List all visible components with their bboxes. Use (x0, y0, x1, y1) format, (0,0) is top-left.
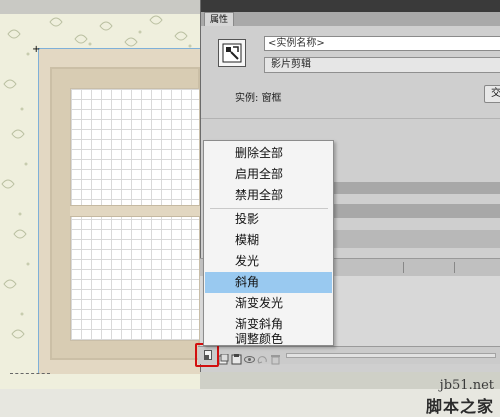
stage-top-strip (0, 0, 200, 14)
reset-icon[interactable] (257, 350, 268, 364)
eye-icon[interactable] (244, 350, 255, 363)
panel-section-band (331, 182, 500, 194)
filter-menu: 删除全部 启用全部 禁用全部 投影 模糊 发光 斜角 渐变发光 渐变斜角 调整颜… (203, 140, 334, 346)
screenshot: + 属性 <实例名称> 影片剪辑 实例: 窗框 交 删除全部 启用全部 禁用全部… (0, 0, 500, 417)
movieclip-symbol-icon (218, 39, 246, 67)
filter-toolbar (198, 346, 500, 365)
menu-item-blur[interactable]: 模糊 (205, 230, 332, 251)
registration-point-icon: + (32, 44, 41, 55)
divider (201, 118, 500, 119)
menu-item-gradient-glow[interactable]: 渐变发光 (205, 293, 332, 314)
watermark: jb51.net 脚本之家 (426, 378, 494, 417)
clipboard-icon[interactable] (231, 350, 242, 365)
menu-item-bevel[interactable]: 斜角 (205, 272, 332, 293)
menu-item-adjust-color-label: 调整颜色 (235, 332, 284, 346)
menu-item-adjust-color[interactable]: 调整颜色 (205, 332, 332, 346)
column-divider (403, 262, 404, 273)
watermark-name: 脚本之家 (425, 397, 494, 416)
instance-of-row: 实例: 窗框 (235, 89, 282, 104)
panel-titlebar[interactable] (201, 0, 500, 12)
menu-item-drop-shadow[interactable]: 投影 (205, 209, 332, 230)
swap-button[interactable]: 交 (484, 85, 500, 103)
instance-of-value: 窗框 (261, 93, 282, 104)
symbol-type-select[interactable]: 影片剪辑 (264, 57, 500, 73)
panel-section-band (331, 204, 500, 218)
instance-of-label: 实例: (235, 93, 259, 104)
add-filter-highlight (195, 343, 219, 367)
delete-icon[interactable] (270, 350, 281, 365)
instance-name-input[interactable]: <实例名称> (264, 36, 500, 51)
menu-item-delete-all[interactable]: 删除全部 (205, 143, 332, 164)
menu-item-glow[interactable]: 发光 (205, 251, 332, 272)
watermark-site: jb51.net (439, 378, 494, 393)
tab-properties[interactable]: 属性 (204, 12, 234, 26)
panel-tabbar (201, 12, 500, 26)
filter-scrollbar[interactable] (286, 353, 496, 358)
window-mullion (70, 205, 200, 217)
menu-item-disable-all[interactable]: 禁用全部 (205, 185, 332, 206)
column-divider (454, 262, 455, 273)
presets-icon[interactable] (218, 350, 229, 365)
menu-item-enable-all[interactable]: 启用全部 (205, 164, 332, 185)
panel-section-band (331, 230, 500, 248)
guide-line (10, 373, 50, 374)
